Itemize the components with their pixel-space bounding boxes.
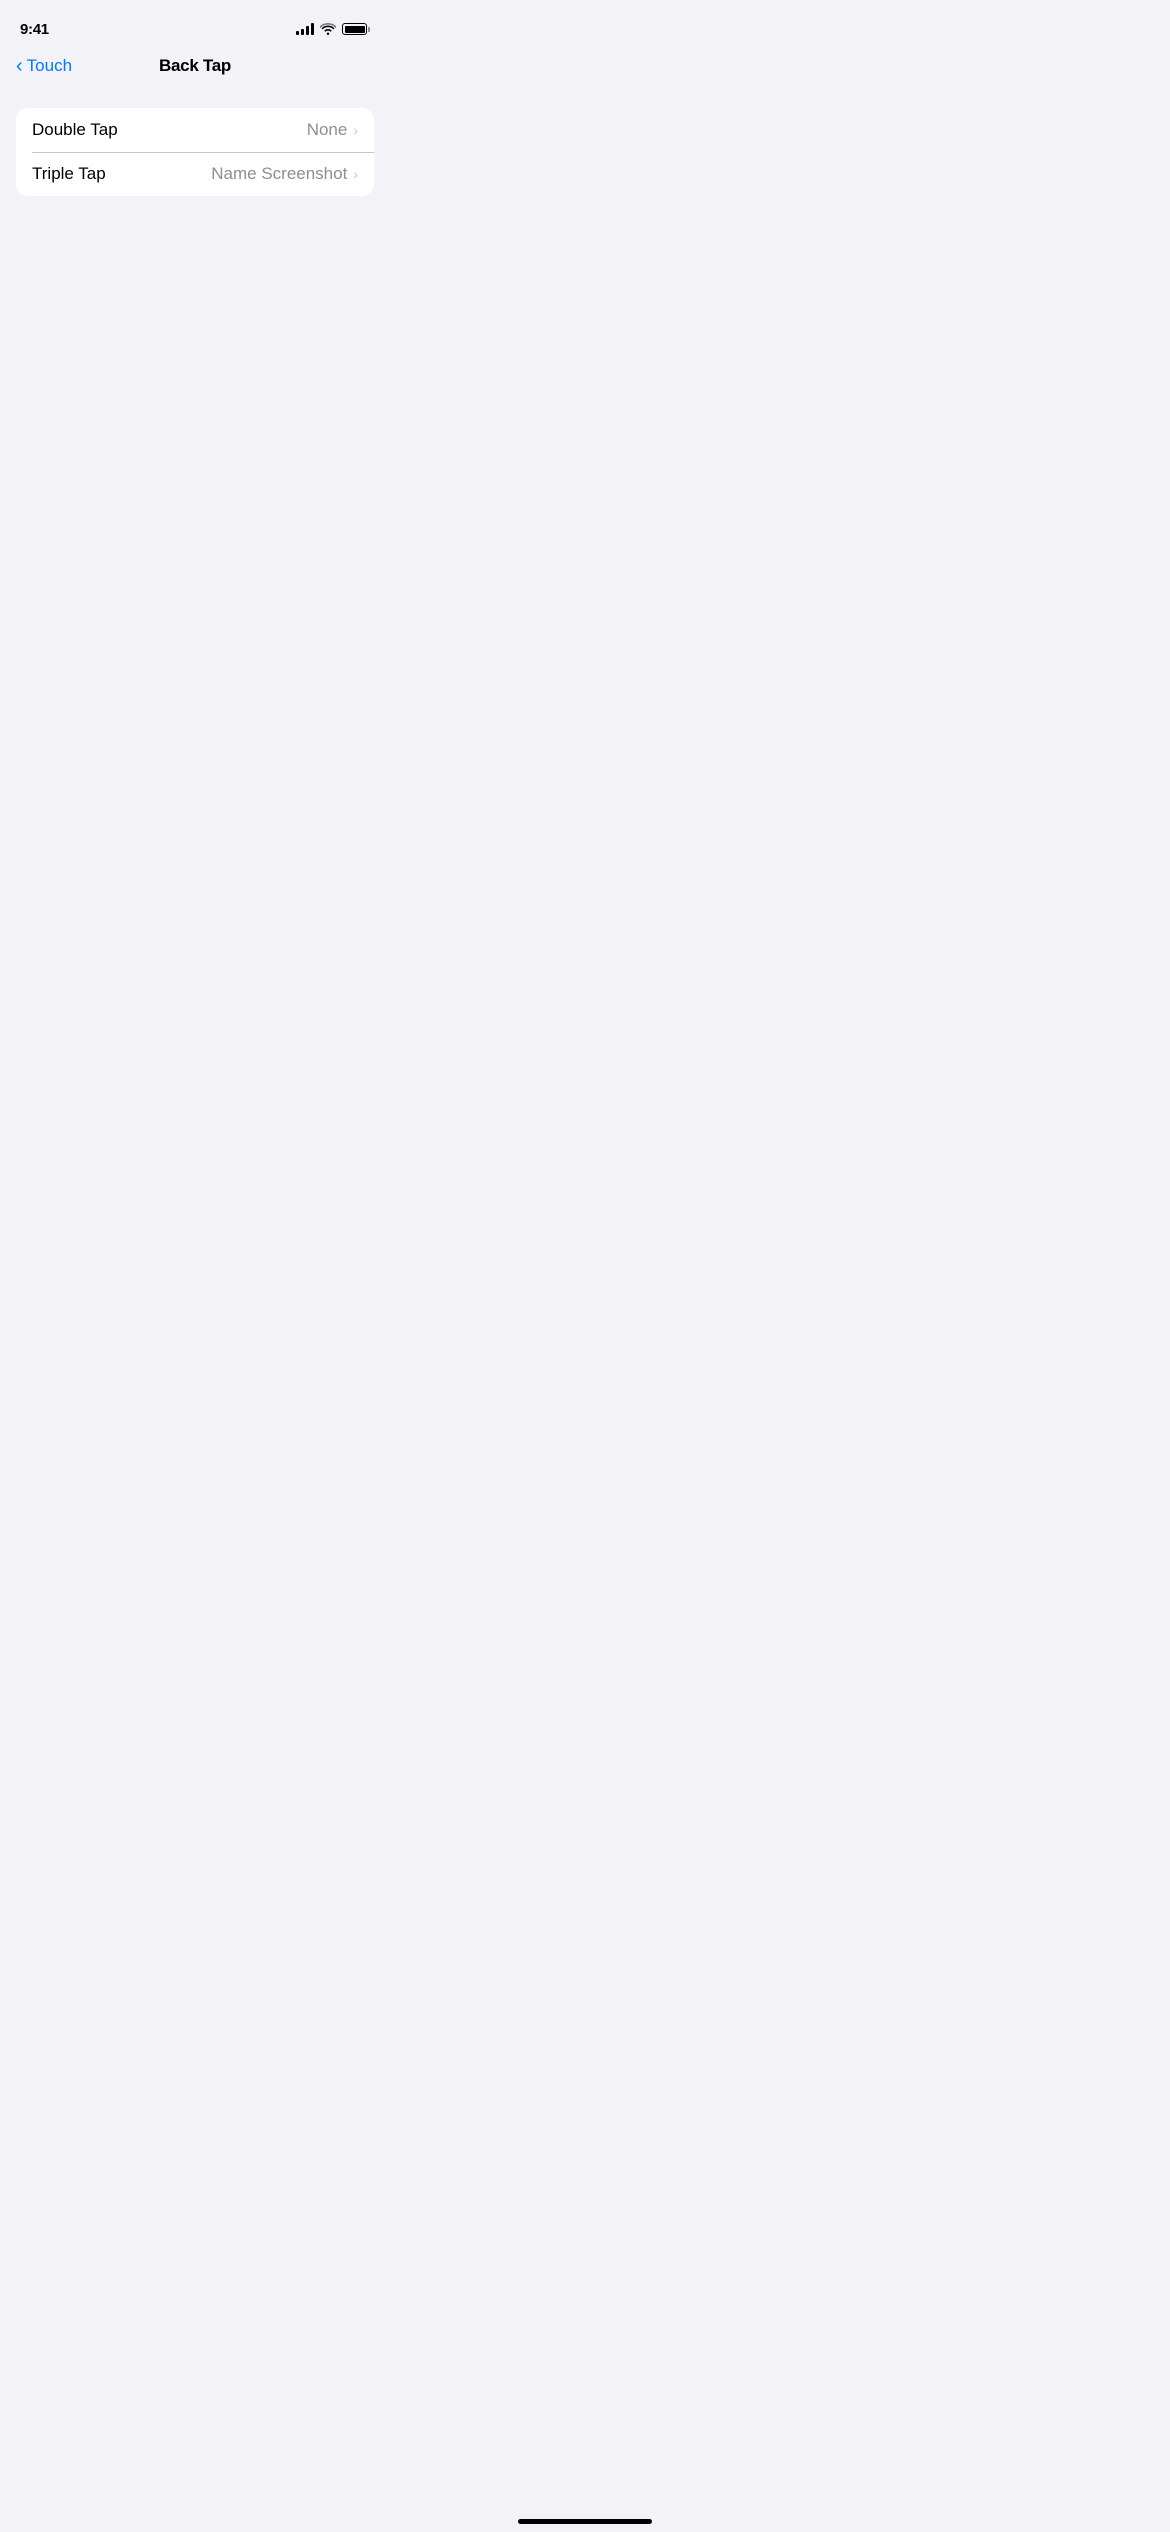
double-tap-right: None › — [307, 120, 358, 140]
back-label: Touch — [27, 56, 72, 76]
back-chevron-icon: ‹ — [16, 56, 23, 76]
triple-tap-label: Triple Tap — [32, 164, 106, 184]
signal-bar-2 — [301, 29, 304, 35]
wifi-icon — [320, 23, 336, 35]
nav-title: Back Tap — [159, 56, 231, 76]
triple-tap-chevron-icon: › — [353, 166, 358, 182]
double-tap-value: None — [307, 120, 348, 140]
double-tap-chevron-icon: › — [353, 122, 358, 138]
signal-bar-1 — [296, 31, 299, 35]
triple-tap-row[interactable]: Triple Tap Name Screenshot › — [16, 152, 374, 196]
settings-group: Double Tap None › Triple Tap Name Screen… — [16, 108, 374, 196]
status-bar: 9:41 — [0, 0, 390, 44]
double-tap-label: Double Tap — [32, 120, 118, 140]
nav-header: ‹ Touch Back Tap — [0, 48, 390, 88]
back-button[interactable]: ‹ Touch — [16, 56, 72, 76]
battery-fill — [345, 26, 365, 33]
home-indicator — [518, 2519, 652, 2524]
battery-body — [342, 23, 367, 35]
double-tap-row[interactable]: Double Tap None › — [16, 108, 374, 152]
battery-tip — [368, 27, 370, 32]
battery-icon — [342, 23, 370, 35]
status-icons — [296, 23, 370, 35]
signal-bar-4 — [311, 23, 314, 35]
signal-icon — [296, 23, 314, 35]
triple-tap-right: Name Screenshot › — [211, 164, 358, 184]
signal-bar-3 — [306, 26, 309, 35]
content: Double Tap None › Triple Tap Name Screen… — [0, 88, 390, 196]
triple-tap-value: Name Screenshot — [211, 164, 347, 184]
status-time: 9:41 — [20, 21, 49, 38]
